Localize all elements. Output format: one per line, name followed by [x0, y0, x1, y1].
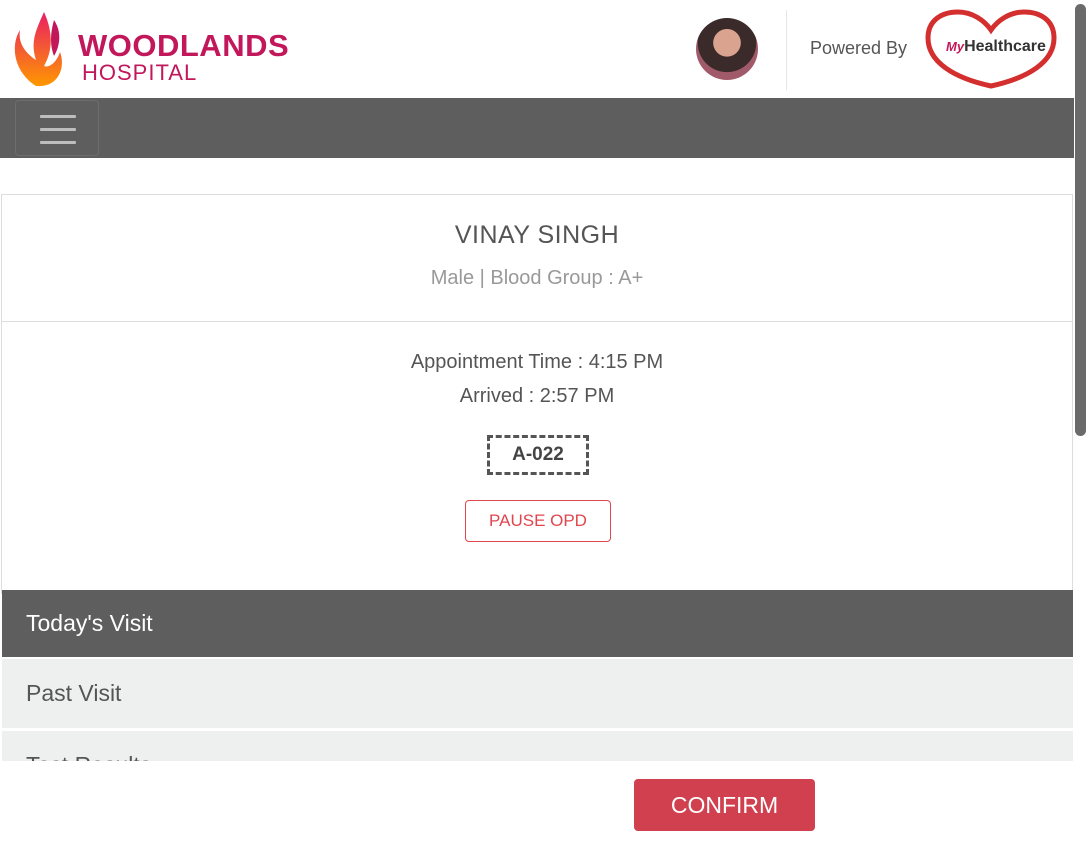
scrollbar-thumb[interactable]	[1075, 4, 1086, 436]
tab-todays-visit[interactable]: Today's Visit	[2, 590, 1073, 657]
tab-past-visit[interactable]: Past Visit	[2, 659, 1073, 728]
patient-name: VINAY SINGH	[454, 221, 620, 249]
pause-opd-button[interactable]: PAUSE OPD	[465, 500, 611, 542]
myhealthcare-logo: MyHealthcare	[924, 8, 1058, 90]
patient-info: Male | Blood Group : A+	[430, 267, 644, 289]
hamburger-menu-button[interactable]	[15, 100, 99, 156]
partner-logo-prefix: My	[946, 39, 965, 54]
footer-bar	[0, 761, 1088, 849]
hamburger-menu-icon	[40, 141, 76, 144]
flame-logo-icon	[14, 12, 62, 87]
user-avatar[interactable]	[696, 18, 758, 80]
token-number: A-022	[487, 435, 589, 475]
logo-title: WOODLANDS	[78, 28, 290, 63]
logo-subtitle: HOSPITAL	[82, 60, 198, 85]
myhealthcare-text: MyHealthcare	[946, 38, 1046, 56]
app-header: WOODLANDS HOSPITAL Powered By MyHealthca…	[0, 0, 1074, 98]
card-divider	[2, 321, 1072, 322]
hamburger-menu-icon	[40, 115, 76, 118]
appointment-time: Appointment Time : 4:15 PM	[410, 351, 664, 373]
patient-card: VINAY SINGH Male | Blood Group : A+ Appo…	[1, 194, 1073, 594]
confirm-button[interactable]: CONFIRM	[634, 779, 815, 831]
nav-bar	[0, 98, 1074, 158]
partner-logo-name: Healthcare	[964, 38, 1046, 55]
woodlands-hospital-logo[interactable]: WOODLANDS HOSPITAL	[14, 12, 304, 88]
header-divider	[786, 10, 787, 90]
arrived-time: Arrived : 2:57 PM	[459, 385, 615, 407]
powered-by-label: Powered By	[810, 38, 908, 58]
hamburger-menu-icon	[40, 128, 76, 131]
